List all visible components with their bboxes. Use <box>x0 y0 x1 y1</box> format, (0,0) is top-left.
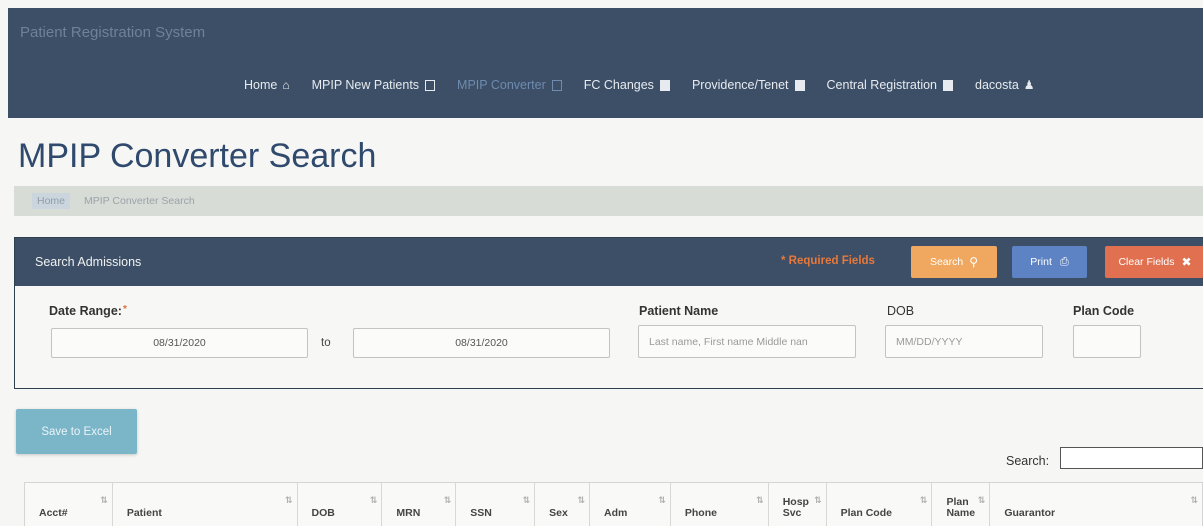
sort-icon: ⇅ <box>284 495 292 505</box>
column-header-label: Sex <box>549 507 568 520</box>
search-admissions-panel: Search Admissions * Required Fields Sear… <box>14 237 1203 389</box>
nav-mpip-new-patients[interactable]: MPIP New Patients <box>311 78 436 92</box>
dob-label: DOB <box>887 304 915 318</box>
nav-home-label: Home <box>244 78 278 92</box>
nav-home[interactable]: Home ⌂ <box>244 78 290 92</box>
main-nav: Home ⌂ MPIP New Patients MPIP Converter … <box>244 78 1035 92</box>
column-header-label: Acct# <box>39 507 68 520</box>
nav-providence-tenet[interactable]: Providence/Tenet <box>692 78 805 92</box>
breadcrumb: Home MPIP Converter Search <box>14 186 1203 216</box>
date-to-input[interactable]: 08/31/2020 <box>353 328 610 358</box>
calendar-icon <box>943 79 953 91</box>
nav-mpip-converter[interactable]: MPIP Converter <box>457 78 562 92</box>
sort-icon: ⇅ <box>814 495 821 505</box>
app-title[interactable]: Patient Registration System <box>20 24 205 41</box>
print-button[interactable]: Print ⎙ <box>1012 246 1087 278</box>
to-label: to <box>321 337 331 349</box>
nav-user-menu[interactable]: dacosta ♟ <box>975 78 1035 92</box>
user-icon: ♟ <box>1023 78 1035 92</box>
home-icon: ⌂ <box>282 78 290 92</box>
column-header-plan-code[interactable]: Plan Code ⇅ <box>827 483 933 526</box>
file-icon <box>794 79 805 91</box>
column-header-label: Phone <box>684 507 717 520</box>
calculator-icon <box>425 79 436 91</box>
column-header-ssn[interactable]: SSN ⇅ <box>456 483 536 526</box>
dob-input[interactable]: MM/DD/YYYY <box>885 325 1043 358</box>
column-header-label: Adm <box>604 507 628 520</box>
column-header-dob[interactable]: DOB ⇅ <box>298 483 383 526</box>
search-button[interactable]: Search ⚲ <box>911 246 997 278</box>
sort-icon: ⇅ <box>443 495 451 505</box>
column-header-patient[interactable]: Patient ⇅ <box>113 483 298 526</box>
clear-fields-button[interactable]: Clear Fields ✖ <box>1105 246 1203 278</box>
sort-icon: ⇅ <box>577 495 584 505</box>
column-header-plan-name[interactable]: Plan Name ⇅ <box>932 483 991 526</box>
table-search-label: Search: <box>1006 454 1050 468</box>
sort-icon: ⇅ <box>100 495 107 505</box>
breadcrumb-home-link[interactable]: Home <box>32 193 71 209</box>
sort-icon: ⇅ <box>658 495 665 505</box>
nav-providence-tenet-label: Providence/Tenet <box>691 78 789 92</box>
date-range-label-text: Date Range: <box>49 304 122 318</box>
book-icon <box>659 79 670 91</box>
column-header-sex[interactable]: Sex ⇅ <box>535 483 591 526</box>
panel-title: Search Admissions <box>35 255 142 269</box>
nav-fc-changes-label: FC Changes <box>583 78 654 92</box>
sort-icon: ⇅ <box>756 495 763 505</box>
patient-name-label: Patient Name <box>639 304 719 318</box>
page-title: MPIP Converter Search <box>18 137 377 175</box>
column-header-guarantor[interactable]: Guarantor ⇅ <box>990 483 1202 526</box>
date-from-input[interactable]: 08/31/2020 <box>51 328 308 358</box>
sort-icon: ⇅ <box>522 495 530 505</box>
nav-mpip-new-patients-label: MPIP New Patients <box>311 78 420 92</box>
search-icon: ⚲ <box>969 255 979 269</box>
sort-icon: ⇅ <box>369 495 377 505</box>
sort-icon: ⇅ <box>977 495 985 505</box>
nav-mpip-converter-label: MPIP Converter <box>457 78 546 92</box>
table-search-input[interactable] <box>1060 447 1203 469</box>
column-header-label: Patient <box>126 507 162 520</box>
close-icon: ✖ <box>1181 255 1192 269</box>
column-header-label: Plan Code <box>840 507 892 520</box>
calculator-icon <box>551 79 562 91</box>
column-header-label: DOB <box>311 507 335 520</box>
sort-icon: ⇅ <box>919 495 927 505</box>
column-header-hosp-svc[interactable]: Hosp Svc ⇅ <box>769 483 827 526</box>
search-button-label: Search <box>929 256 964 268</box>
nav-fc-changes[interactable]: FC Changes <box>584 78 670 92</box>
top-navbar: Patient Registration System Home ⌂ MPIP … <box>8 8 1203 118</box>
column-header-label: Plan Name <box>946 495 976 520</box>
column-header-label: Hosp Svc <box>782 495 809 520</box>
column-header-label: SSN <box>470 507 492 520</box>
print-button-label: Print <box>1030 256 1052 268</box>
save-to-excel-button[interactable]: Save to Excel <box>16 409 137 454</box>
column-header-phone[interactable]: Phone ⇅ <box>671 483 769 526</box>
nav-central-registration[interactable]: Central Registration <box>827 78 953 92</box>
nav-central-registration-label: Central Registration <box>826 78 937 92</box>
date-range-label: Date Range:* <box>49 304 127 318</box>
user-name: dacosta <box>975 78 1019 92</box>
clear-fields-button-label: Clear Fields <box>1118 256 1175 268</box>
sort-icon: ⇅ <box>1190 495 1197 505</box>
column-header-mrn[interactable]: MRN ⇅ <box>382 483 457 526</box>
required-fields-note: * Required Fields <box>781 255 875 267</box>
plan-code-label: Plan Code <box>1073 304 1135 318</box>
column-header-label: MRN <box>396 507 421 520</box>
panel-header: Search Admissions * Required Fields Sear… <box>15 238 1203 286</box>
print-icon: ⎙ <box>1059 255 1069 268</box>
results-table-header: Acct# ⇅ Patient ⇅ DOB ⇅ MRN ⇅ SSN ⇅ Sex ⇅ Adm ⇅… <box>24 482 1203 526</box>
column-header-acct[interactable]: Acct# ⇅ <box>25 483 113 526</box>
plan-code-input[interactable] <box>1073 325 1141 358</box>
breadcrumb-current: MPIP Converter Search <box>84 195 195 207</box>
column-header-label: Guarantor <box>1004 507 1056 520</box>
patient-name-input[interactable]: Last name, First name Middle nan <box>638 325 856 358</box>
column-header-adm[interactable]: Adm ⇅ <box>590 483 671 526</box>
